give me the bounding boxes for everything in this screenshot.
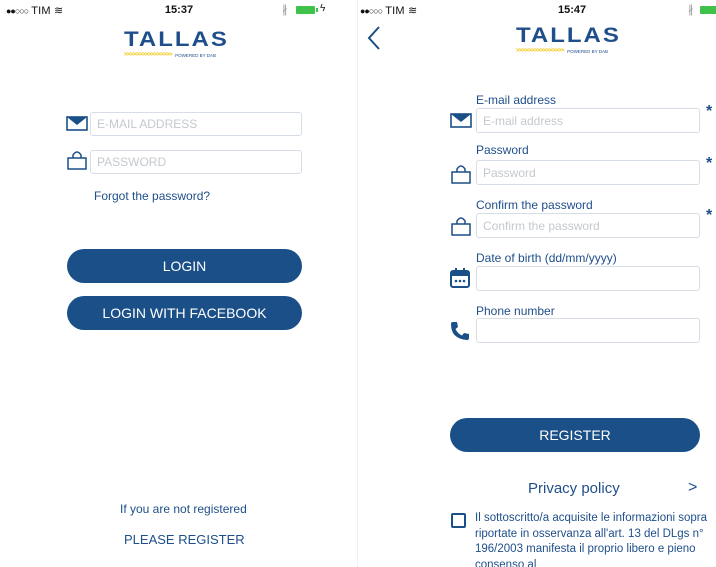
wifi-icon: ≋ — [408, 5, 418, 17]
tallas-logo: TALLAS >>>>>>>>>>>>>>>> POWERED BY DAB — [516, 23, 621, 54]
battery-icon — [296, 6, 318, 14]
password-input[interactable] — [476, 160, 700, 185]
not-registered-text: If you are not registered — [120, 502, 247, 516]
bluetooth-icon: ∦ — [688, 4, 694, 16]
login-with-facebook-button[interactable]: LOGIN WITH FACEBOOK — [67, 296, 302, 330]
logo-word: TALLAS — [124, 27, 229, 52]
chevron-right-icon[interactable]: > — [688, 479, 697, 497]
required-marker: * — [706, 103, 713, 120]
lock-icon — [451, 165, 471, 184]
charging-icon: ϟ — [320, 3, 326, 14]
envelope-icon — [66, 116, 88, 131]
privacy-policy-link[interactable]: Privacy policy — [528, 480, 620, 497]
phone-icon — [451, 322, 469, 340]
lock-icon — [451, 217, 471, 236]
forgot-password-link[interactable]: Forgot the password? — [94, 189, 210, 203]
please-register-link[interactable]: PLEASE REGISTER — [124, 532, 245, 547]
email-input[interactable] — [476, 108, 700, 133]
email-input[interactable] — [90, 112, 302, 136]
lock-icon — [67, 151, 87, 170]
password-label: Password — [476, 143, 529, 157]
phone-number-label: Phone number — [476, 304, 555, 318]
login-button[interactable]: LOGIN — [67, 249, 302, 283]
password-input[interactable] — [90, 150, 302, 174]
confirm-password-label: Confirm the password — [476, 198, 593, 212]
envelope-icon — [450, 113, 472, 128]
chevron-left-icon[interactable] — [364, 24, 384, 52]
required-marker: * — [706, 207, 713, 224]
login-screen: ●●○○○ TIM ≋ 15:37 ∦ ϟ TALLAS >>>>>>>>>>>>… — [0, 0, 358, 567]
logo-tagline-bar: >>>>>>>>>>>>>>>> POWERED BY DAB — [124, 52, 216, 58]
register-screen: ●●○○○ TIM ≋ 15:47 ∦ TALLAS >>>>>>>>>>>>>>… — [358, 0, 716, 567]
carrier: ●●○○○ TIM ≋ — [360, 5, 418, 17]
consent-checkbox[interactable] — [451, 513, 466, 528]
consent-text: Il sottoscritto/a acquisite le informazi… — [475, 512, 708, 567]
signal-icon: ●●○○○ — [360, 6, 383, 16]
phone-number-input[interactable] — [476, 318, 700, 343]
confirm-password-input[interactable] — [476, 213, 700, 238]
battery-icon — [700, 6, 716, 14]
email-label: E-mail address — [476, 93, 557, 107]
date-of-birth-input[interactable] — [476, 266, 700, 291]
logo-tagline-bar: >>>>>>>>>>>>>>>> POWERED BY DAB — [516, 48, 608, 54]
status-bar: ●●○○○ TIM ≋ 15:37 ∦ ϟ — [0, 0, 358, 20]
required-marker: * — [706, 155, 713, 172]
bluetooth-icon: ∦ — [282, 4, 288, 16]
register-button[interactable]: REGISTER — [450, 418, 700, 452]
status-time: 15:47 — [558, 4, 587, 16]
logo-word: TALLAS — [516, 23, 621, 48]
date-of-birth-label: Date of birth (dd/mm/yyyy) — [476, 251, 617, 265]
tallas-logo: TALLAS >>>>>>>>>>>>>>>> POWERED BY DAB — [124, 27, 229, 58]
status-bar: ●●○○○ TIM ≋ 15:47 ∦ — [358, 0, 716, 20]
calendar-icon — [450, 268, 470, 288]
